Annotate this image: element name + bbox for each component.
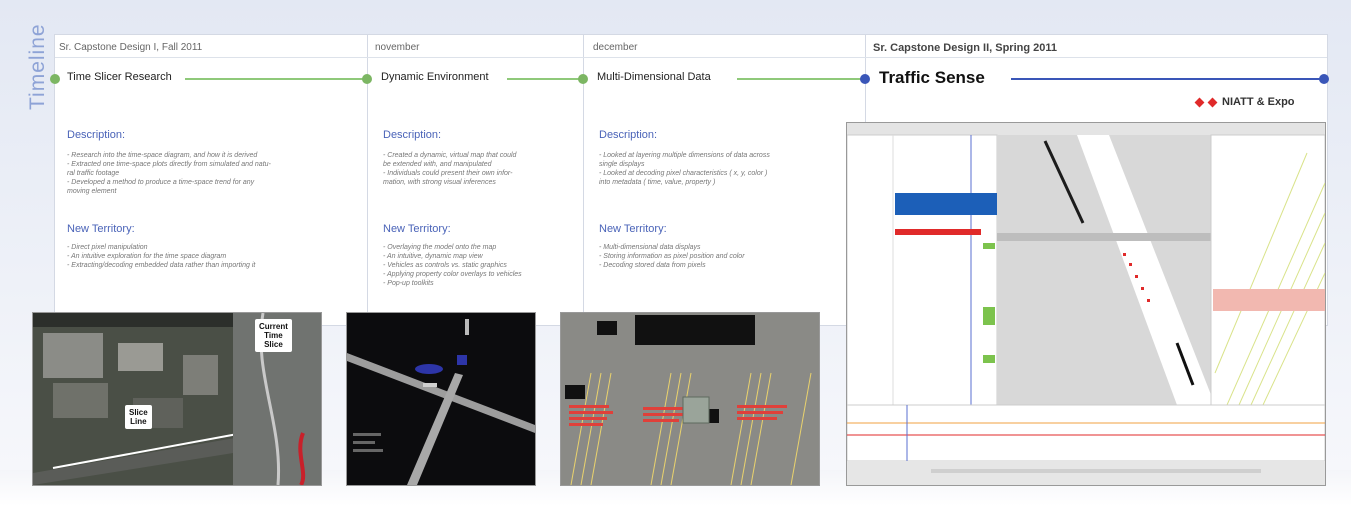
description-heading: Description: — [383, 129, 442, 141]
list-item: - Multi-dimensional data displays — [599, 244, 701, 251]
list-item: - Developed a method to produce a time-s… — [67, 179, 255, 186]
list-item: - Vehicles as controls vs. static graphi… — [383, 262, 507, 269]
column-december: december Multi-Dimensional Data Descript… — [578, 35, 866, 325]
divider — [583, 57, 865, 58]
territory-list: - Direct pixel manipulation - An intuiti… — [67, 243, 357, 270]
list-item: - Direct pixel manipulation — [67, 244, 148, 251]
list-item: be extended with, and manipulated — [383, 161, 492, 168]
description-heading: Description: — [67, 129, 126, 141]
slice-line-callout: Slice Line — [125, 405, 152, 429]
traffic-sense-app-image — [847, 123, 1325, 485]
list-item: ral traffic footage — [67, 170, 120, 177]
description-list: - Looked at layering multiple dimensions… — [599, 151, 861, 187]
expo-text: NIATT & Expo — [1222, 96, 1295, 108]
multi-dimensional-screenshot — [560, 312, 820, 486]
diamond-icon — [1194, 97, 1205, 108]
column-period: november — [375, 42, 420, 53]
milestone-title: Multi-Dimensional Data — [597, 71, 711, 83]
divider — [367, 57, 583, 58]
territory-heading: New Territory: — [67, 223, 135, 235]
dynamic-environment-screenshot — [346, 312, 536, 486]
expo-label: NIATT & Expo — [1194, 96, 1295, 108]
timeline-end-node — [1319, 74, 1329, 84]
description-list: - Research into the time-space diagram, … — [67, 151, 357, 196]
column-november: november Dynamic Environment Description… — [362, 35, 584, 325]
list-item: - Extracting/decoding embedded data rath… — [67, 262, 256, 269]
timeline-node — [860, 74, 870, 84]
list-item: - Extracted one time-space plots directl… — [67, 161, 271, 168]
column-period: Sr. Capstone Design I, Fall 2011 — [59, 42, 203, 53]
list-item: - Storing information as pixel position … — [599, 253, 745, 260]
timeline-line — [737, 78, 865, 80]
list-item: - Pop-up toolkits — [383, 280, 434, 287]
virtual-map-image — [347, 313, 535, 485]
timeline-line — [507, 78, 583, 80]
time-slicer-screenshot: Current Time Slice Slice Line — [32, 312, 322, 486]
timeline-line — [1011, 78, 1323, 80]
list-item: - An intuitive exploration for the time … — [67, 253, 227, 260]
traffic-sense-screenshot — [846, 122, 1326, 486]
list-item: mation, with strong visual inferences — [383, 179, 496, 186]
timeline-line — [185, 78, 367, 80]
description-list: - Created a dynamic, virtual map that co… — [383, 151, 579, 187]
timeline-node — [578, 74, 588, 84]
territory-heading: New Territory: — [383, 223, 451, 235]
multi-dimensional-plot-image — [561, 313, 819, 485]
list-item: - Overlaying the model onto the map — [383, 244, 497, 251]
list-item: moving element — [67, 188, 117, 195]
list-item: - An intuitive, dynamic map view — [383, 253, 483, 260]
column-period: december — [593, 42, 638, 53]
diamond-icon — [1207, 97, 1218, 108]
divider — [55, 57, 367, 58]
list-item: - Applying property color overlays to ve… — [383, 271, 522, 278]
timeline-node — [50, 74, 60, 84]
divider — [865, 57, 1327, 58]
milestone-title: Time Slicer Research — [67, 71, 172, 83]
description-heading: Description: — [599, 129, 658, 141]
list-item: into metadata ( time, value, property ) — [599, 179, 716, 186]
territory-list: - Overlaying the model onto the map - An… — [383, 243, 579, 288]
column-period: Sr. Capstone Design II, Spring 2011 — [873, 42, 1058, 54]
milestone-title: Dynamic Environment — [381, 71, 489, 83]
list-item: - Research into the time-space diagram, … — [67, 152, 258, 159]
column-fall: Sr. Capstone Design I, Fall 2011 Time Sl… — [50, 35, 368, 325]
milestone-title: Traffic Sense — [879, 68, 985, 87]
list-item: - Looked at layering multiple dimensions… — [599, 152, 770, 159]
list-item: - Decoding stored data from pixels — [599, 262, 706, 269]
list-item: - Individuals could present their own in… — [383, 170, 513, 177]
territory-list: - Multi-dimensional data displays - Stor… — [599, 243, 861, 270]
current-time-slice-callout: Current Time Slice — [255, 319, 292, 352]
territory-heading: New Territory: — [599, 223, 667, 235]
timeline-node — [362, 74, 372, 84]
list-item: - Looked at decoding pixel characteristi… — [599, 170, 768, 177]
list-item: - Created a dynamic, virtual map that co… — [383, 152, 517, 159]
list-item: single displays — [599, 161, 645, 168]
